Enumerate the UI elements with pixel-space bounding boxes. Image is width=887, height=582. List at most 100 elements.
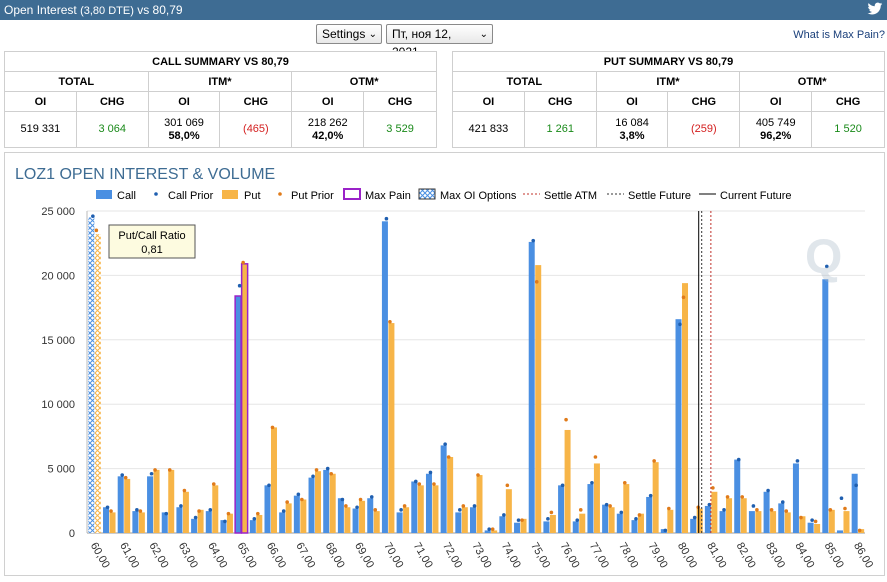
put-bar bbox=[828, 509, 835, 533]
call-prior-dot bbox=[634, 517, 638, 521]
put-bar bbox=[726, 498, 733, 533]
put-bar bbox=[755, 511, 762, 533]
put-bar bbox=[505, 489, 512, 533]
chart-title: LOZ1 OPEN INTEREST & VOLUME bbox=[15, 166, 275, 183]
put-bar bbox=[226, 513, 233, 533]
legend-put-prior-swatch bbox=[278, 192, 282, 196]
put-prior-dot bbox=[388, 319, 392, 324]
put-prior-dot bbox=[197, 509, 201, 513]
legend-call-prior[interactable]: Call Prior bbox=[168, 190, 214, 202]
call-prior-dot bbox=[413, 479, 418, 484]
y-tick-label: 20 000 bbox=[41, 270, 75, 282]
put-prior-dot bbox=[402, 504, 407, 508]
put-bar bbox=[109, 512, 116, 533]
call-bar bbox=[234, 295, 242, 534]
x-tick-label: 83,00 bbox=[763, 541, 787, 571]
put-otm-oi: 405 749 96,2% bbox=[739, 111, 813, 148]
put-bar bbox=[197, 509, 204, 533]
call-bar bbox=[587, 484, 594, 533]
call-prior-dot bbox=[648, 493, 653, 498]
call-bar bbox=[719, 511, 726, 533]
call-prior-dot bbox=[164, 511, 169, 516]
put-prior-dot bbox=[109, 509, 113, 513]
legend-max-oi[interactable]: Max OI Options bbox=[440, 190, 517, 202]
call-prior-dot bbox=[223, 519, 227, 524]
legend-current-future[interactable]: Current Future bbox=[720, 190, 792, 202]
chevron-down-icon: ⌄ bbox=[368, 29, 377, 40]
call-bar bbox=[851, 473, 858, 533]
legend-put-prior[interactable]: Put Prior bbox=[291, 190, 334, 202]
call-bar bbox=[558, 485, 565, 533]
call-bar bbox=[704, 505, 711, 533]
legend-call[interactable]: Call bbox=[117, 190, 136, 202]
legend-settle-future[interactable]: Settle Future bbox=[628, 190, 691, 202]
call-prior-dot bbox=[839, 496, 844, 501]
date-dropdown[interactable]: Пт, ноя 12, 2021 ⌄ bbox=[386, 24, 493, 59]
put-bar bbox=[94, 234, 101, 533]
put-bar bbox=[417, 485, 424, 533]
put-bar bbox=[403, 507, 410, 533]
legend-max-pain[interactable]: Max Pain bbox=[365, 190, 411, 202]
call-prior-dot bbox=[560, 483, 565, 488]
put-prior-dot bbox=[549, 510, 554, 515]
call-prior-dot bbox=[780, 500, 785, 504]
legend-max-pain-swatch bbox=[343, 188, 361, 200]
legend-put[interactable]: Put bbox=[244, 190, 261, 202]
q-watermark: Q bbox=[805, 231, 842, 284]
chart-legend: Call Call Prior Put Put Prior Max Pain M… bbox=[96, 188, 792, 202]
put-bar bbox=[256, 514, 263, 533]
col-header: OI bbox=[4, 91, 77, 112]
put-bar bbox=[124, 478, 131, 533]
call-prior-dot bbox=[619, 510, 624, 515]
call-prior-dot bbox=[179, 504, 183, 508]
put-prior-dot bbox=[358, 497, 363, 502]
q-logo-icon: Q bbox=[805, 231, 842, 284]
put-bar bbox=[212, 485, 219, 533]
settings-dropdown[interactable]: Settings ⌄ bbox=[316, 24, 382, 44]
put-summary-title: PUT SUMMARY VS 80,79 bbox=[452, 51, 885, 72]
call-prior-dot bbox=[267, 483, 271, 488]
call-bar bbox=[396, 512, 403, 533]
reference-lines bbox=[698, 211, 712, 533]
put-prior-dot bbox=[490, 527, 495, 531]
call-bar bbox=[602, 504, 609, 533]
x-tick-label: 61,00 bbox=[117, 541, 141, 571]
call-prior-dot bbox=[384, 216, 389, 221]
call-summary-title: CALL SUMMARY VS 80,79 bbox=[4, 51, 437, 72]
put-bar bbox=[153, 469, 160, 533]
put-bar bbox=[770, 511, 777, 533]
put-prior-dot bbox=[652, 459, 656, 463]
legend-settle-atm[interactable]: Settle ATM bbox=[544, 190, 597, 202]
call-bar bbox=[411, 481, 418, 533]
put-prior-dot bbox=[784, 509, 789, 513]
max-pain-help-link[interactable]: What is Max Pain? bbox=[793, 29, 885, 41]
legend-call-prior-swatch bbox=[154, 192, 158, 196]
put-otm-oi-value: 405 749 bbox=[755, 116, 796, 129]
call-bar bbox=[646, 496, 653, 533]
call-bar bbox=[88, 217, 95, 533]
put-bar bbox=[329, 473, 336, 533]
chevron-down-icon: ⌄ bbox=[479, 29, 488, 40]
put-prior-dot bbox=[608, 504, 612, 508]
call-prior-dot bbox=[252, 517, 257, 521]
col-header: CHG bbox=[523, 91, 597, 112]
call-total-oi: 519 331 bbox=[4, 111, 77, 148]
call-prior-dot bbox=[135, 508, 139, 512]
call-bar bbox=[352, 508, 359, 533]
col-header: OI bbox=[291, 91, 365, 112]
put-bar bbox=[564, 429, 571, 533]
put-prior-dot bbox=[637, 513, 642, 517]
put-bar bbox=[285, 503, 292, 533]
twitter-icon[interactable] bbox=[867, 2, 883, 16]
put-itm-pct: 3,8% bbox=[619, 129, 645, 142]
put-prior-dot bbox=[256, 511, 260, 516]
put-bar bbox=[447, 457, 454, 533]
call-prior-dot bbox=[149, 471, 154, 476]
call-bar bbox=[161, 512, 168, 533]
call-prior-dot bbox=[355, 505, 359, 510]
put-bar bbox=[535, 265, 542, 533]
call-prior-dot bbox=[590, 480, 594, 485]
put-prior-dot bbox=[138, 509, 143, 513]
call-bar bbox=[308, 477, 315, 533]
put-prior-dot bbox=[828, 508, 833, 512]
